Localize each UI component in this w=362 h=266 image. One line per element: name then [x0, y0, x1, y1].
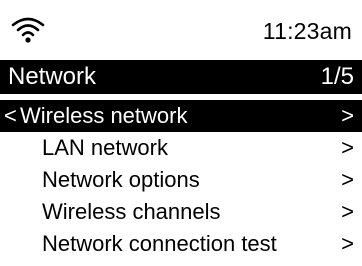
wifi-icon: [11, 17, 45, 43]
chevron-right-icon: >: [341, 135, 354, 160]
menu-item-network-options[interactable]: Network options >: [0, 164, 362, 196]
menu-item-label: Network connection test: [42, 231, 277, 256]
device-screen: 11:23am Network 1/5 < Wireless network >…: [0, 0, 362, 266]
menu-list: < Wireless network > LAN network > Netwo…: [0, 100, 362, 260]
chevron-right-icon: >: [341, 231, 354, 256]
menu-item-label: Wireless network: [20, 103, 188, 128]
status-bar: 11:23am: [0, 0, 362, 60]
menu-item-lan-network[interactable]: LAN network >: [0, 132, 362, 164]
menu-item-network-connection-test[interactable]: Network connection test >: [0, 228, 362, 260]
menu-item-wireless-network[interactable]: < Wireless network >: [0, 100, 362, 132]
chevron-right-icon: >: [341, 199, 354, 224]
clock: 11:23am: [262, 18, 352, 44]
chevron-right-icon: >: [341, 167, 354, 192]
menu-item-wireless-channels[interactable]: Wireless channels >: [0, 196, 362, 228]
page-title: Network: [8, 63, 97, 90]
menu-header: Network 1/5: [0, 60, 362, 94]
back-arrow-icon[interactable]: <: [4, 100, 17, 132]
menu-item-label: Wireless channels: [42, 199, 221, 224]
page-indicator: 1/5: [320, 63, 354, 90]
menu-item-label: LAN network: [42, 135, 168, 160]
menu-item-label: Network options: [42, 167, 200, 192]
chevron-right-icon: >: [341, 103, 354, 128]
